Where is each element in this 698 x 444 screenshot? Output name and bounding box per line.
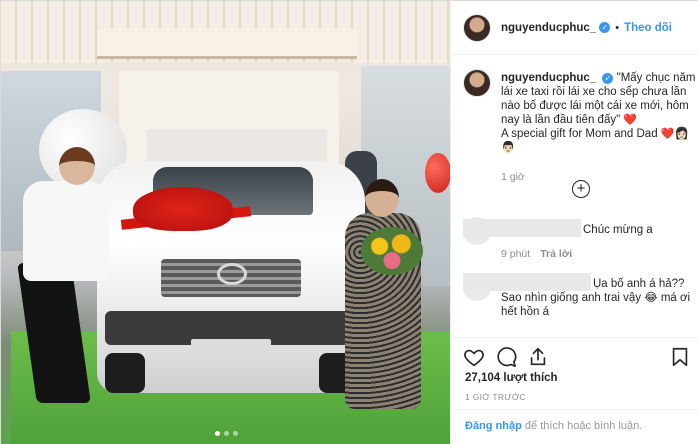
photo-person-mom-head xyxy=(365,179,399,217)
comment-time: 9 phút xyxy=(501,248,531,260)
post-photo[interactable] xyxy=(1,1,450,444)
login-link[interactable]: Đăng nhập xyxy=(465,420,522,432)
photo-blurred-sign xyxy=(147,129,327,165)
comment-text: Ụa bố anh á hả?? xyxy=(593,278,685,290)
caption-username[interactable]: nguyenducphuc_ xyxy=(501,72,596,84)
bookmark-icon[interactable] xyxy=(669,346,691,368)
carousel-dots xyxy=(215,431,238,436)
post-frame: nguyenducphuc_ ✓ • Theo dõi nguyenducphu… xyxy=(0,0,698,444)
caption-gift-text: A special gift for Mom and Dad xyxy=(501,128,658,140)
photo-person-son-head xyxy=(59,147,95,185)
reply-button[interactable]: Trả lời xyxy=(540,248,572,260)
verified-badge-icon: ✓ xyxy=(602,73,614,84)
load-more-comments-icon[interactable]: + xyxy=(572,180,590,198)
photo-person-son xyxy=(23,181,109,281)
heart-emoji: ❤️ xyxy=(660,128,675,140)
caption-text: nguyenducphuc_ ✓ "Mấy chục năm lái xe ta… xyxy=(501,71,697,155)
caption-time: 1 giờ xyxy=(501,171,525,183)
comment-text: Chúc mừng a xyxy=(583,224,653,236)
share-icon[interactable] xyxy=(527,346,549,368)
car-plate xyxy=(191,339,271,357)
photo-beam xyxy=(97,29,357,59)
header-separator: • xyxy=(615,21,620,34)
car-logo xyxy=(217,263,247,285)
post-header: nguyenducphuc_ ✓ • Theo dõi xyxy=(451,1,698,55)
car-bow xyxy=(133,187,233,231)
balloon-red xyxy=(425,153,450,193)
avatar[interactable] xyxy=(463,13,491,42)
comment-meta: 9 phút Trả lời xyxy=(501,248,572,260)
verified-badge-icon: ✓ xyxy=(599,22,611,33)
comment-text: Sao nhìn giống anh trai vậy 😂 má ơi hết … xyxy=(501,292,691,318)
like-heart-icon[interactable] xyxy=(463,346,485,368)
like-count[interactable]: 27,104 lượt thích xyxy=(465,372,558,384)
photo-bouquet xyxy=(361,227,423,275)
comments-section: nguyenducphuc_ ✓ "Mấy chục năm lái xe ta… xyxy=(451,59,698,329)
car-wheel-left xyxy=(105,353,145,393)
carousel-dot[interactable] xyxy=(233,431,238,436)
carousel-dot[interactable] xyxy=(224,431,229,436)
action-bar: 27,104 lượt thích 1 GIỜ TRƯỚC xyxy=(451,337,698,407)
heart-emoji: ❤️ xyxy=(623,114,638,126)
post-date: 1 GIỜ TRƯỚC xyxy=(465,392,526,402)
carousel-dot[interactable] xyxy=(215,431,220,436)
redacted-username xyxy=(463,219,581,237)
emoji-man: 👨🏻 xyxy=(501,142,516,154)
redacted-username xyxy=(463,273,591,291)
login-prompt: Đăng nhập để thích hoặc bình luận. xyxy=(451,409,698,444)
login-suffix: để thích hoặc bình luận. xyxy=(521,420,643,432)
header-username[interactable]: nguyenducphuc_ xyxy=(501,22,596,34)
follow-button[interactable]: Theo dõi xyxy=(624,22,672,34)
caption-avatar[interactable] xyxy=(463,69,491,97)
post-sidebar: nguyenducphuc_ ✓ • Theo dõi nguyenducphu… xyxy=(450,1,698,444)
emoji-woman: 👩🏻 xyxy=(674,128,689,140)
comment-icon[interactable] xyxy=(495,346,517,368)
